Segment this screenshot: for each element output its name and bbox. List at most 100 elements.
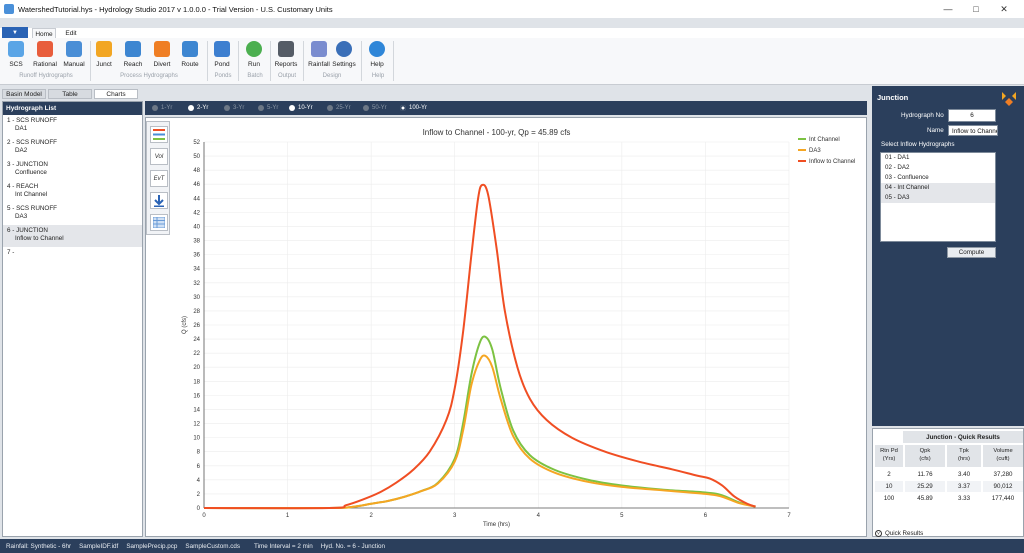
return-period-radio[interactable]: 10-Yr <box>289 105 313 111</box>
hydrograph-list-item[interactable]: 1 - SCS RUNOFF DA1 <box>3 115 142 137</box>
status-hyd: Hyd. No. = 6 - Junction <box>320 542 385 550</box>
y-axis-label: Q (cfs) <box>182 316 188 334</box>
inflow-list-item[interactable]: 04 - Int Channel <box>881 183 995 193</box>
return-period-radio[interactable]: 5-Yr <box>258 105 278 111</box>
return-period-label: 2-Yr <box>197 105 209 111</box>
legend-toggle-icon[interactable] <box>150 126 168 143</box>
volume-button[interactable]: Vol <box>150 148 168 165</box>
x-tick-label: 5 <box>620 513 624 519</box>
reports-button[interactable]: Reports <box>271 41 301 73</box>
file-menu-button[interactable]: ▼ <box>2 27 28 38</box>
hydrograph-list-title: Hydrograph List <box>3 102 142 115</box>
quick-results-footer: Quick Results <box>885 529 924 537</box>
reach-button[interactable]: Reach <box>118 41 148 73</box>
divert-button[interactable]: Divert <box>147 41 177 73</box>
rational-button[interactable]: Rational <box>30 41 60 73</box>
radio-dot-icon <box>224 105 230 111</box>
y-tick-label: 12 <box>193 422 200 428</box>
return-period-radio[interactable]: 2-Yr <box>188 105 208 111</box>
manual-icon <box>66 41 82 57</box>
compute-button[interactable]: Compute <box>947 247 996 258</box>
inflow-list-item[interactable]: 01 - DA1 <box>881 153 995 163</box>
quick-results-cell: 2 <box>875 469 903 480</box>
quick-results-toggle[interactable]: ˅ Quick Results <box>872 528 1024 538</box>
hydrograph-item-name: Int Channel <box>15 191 48 198</box>
y-tick-label: 32 <box>193 281 200 287</box>
return-period-label: 5-Yr <box>267 105 279 111</box>
quick-results-cell: 3.33 <box>947 493 981 504</box>
run-button[interactable]: Run <box>239 41 269 73</box>
return-period-radio[interactable]: 1-Yr <box>152 105 172 111</box>
junction-title: Junction <box>877 93 909 102</box>
evt-button[interactable]: EvT <box>150 170 168 187</box>
return-period-radio[interactable]: 100-Yr <box>400 105 427 111</box>
quick-results-cell: 10 <box>875 481 903 492</box>
gear-icon <box>336 41 352 57</box>
quick-results-header: Tpk (hrs) <box>947 445 981 467</box>
close-icon[interactable]: ✕ <box>990 0 1018 18</box>
hydrograph-item-name: Inflow to Channel <box>15 235 64 242</box>
table-view-icon[interactable] <box>150 214 168 231</box>
series-line-inflow-to-channel <box>203 183 756 510</box>
pond-button[interactable]: Pond <box>207 41 237 73</box>
return-period-label: 25-Yr <box>336 105 351 111</box>
quick-results-cell: 3.37 <box>947 481 981 492</box>
settings-button[interactable]: Settings <box>329 41 359 73</box>
maximize-icon[interactable]: □ <box>962 0 990 18</box>
chart-area: 0 2 4 6 8 10 12 14 16 18 20 22 24 26 28 30 32 34 36 38 40 42 4… <box>145 117 867 537</box>
inflow-list-item[interactable]: 05 - DA3 <box>881 193 995 203</box>
radio-dot-icon <box>152 105 158 111</box>
y-tick-label: 44 <box>193 196 200 202</box>
return-period-radio[interactable]: 50-Yr <box>363 105 387 111</box>
scs-button[interactable]: SCS <box>1 41 31 73</box>
y-tick-label: 24 <box>193 337 200 343</box>
y-tick-label: 6 <box>197 464 201 470</box>
group-batch: Batch <box>247 73 263 79</box>
hydrograph-list-item[interactable]: 5 - SCS RUNOFF DA3 <box>3 203 142 225</box>
tab-basin-model[interactable]: Basin Model <box>2 89 46 99</box>
inflow-hydrograph-list[interactable]: 01 - DA1 02 - DA2 03 - Confluence 04 - Int … <box>880 152 996 242</box>
hydrograph-list-item[interactable]: 2 - SCS RUNOFF DA2 <box>3 137 142 159</box>
help-button[interactable]: Help <box>362 41 392 73</box>
return-period-radio[interactable]: 25-Yr <box>327 105 351 111</box>
inflow-list-item[interactable]: 02 - DA2 <box>881 163 995 173</box>
hydrograph-item-name: Confluence <box>15 169 47 176</box>
hydrograph-item-type: 6 - JUNCTION <box>7 227 48 234</box>
download-icon[interactable] <box>150 192 168 209</box>
inflow-list-item[interactable]: 03 - Confluence <box>881 173 995 183</box>
hydrograph-list-item[interactable]: 3 - JUNCTION Confluence <box>3 159 142 181</box>
legend-label: Inflow to Channel <box>809 159 855 165</box>
tab-charts[interactable]: Charts <box>94 89 138 99</box>
quick-results-cell: 3.40 <box>947 469 981 480</box>
hydrograph-list-item[interactable]: 6 - JUNCTION Inflow to Channel <box>3 225 142 247</box>
return-period-radio[interactable]: 3-Yr <box>224 105 244 111</box>
divert-icon <box>154 41 170 57</box>
radio-dot-icon <box>363 105 369 111</box>
hydrograph-no-field[interactable]: 6 <box>948 109 996 122</box>
return-period-label: 10-Yr <box>298 105 313 111</box>
hydrograph-list-item[interactable]: 4 - REACH Int Channel <box>3 181 142 203</box>
hydrograph-list-panel: Hydrograph List 1 - SCS RUNOFF DA1 2 - SCS… <box>2 101 143 537</box>
name-field[interactable]: Inflow to Channel <box>948 125 998 136</box>
radio-dot-icon <box>188 105 194 111</box>
hydrograph-list: 1 - SCS RUNOFF DA1 2 - SCS RUNOFF DA2 3 - JU… <box>3 115 142 269</box>
x-tick-label: 0 <box>202 513 206 519</box>
hydrograph-list-item[interactable]: 7 - <box>3 247 142 269</box>
group-ponds: Ponds <box>214 73 232 79</box>
x-tick-label: 1 <box>286 513 290 519</box>
tab-table[interactable]: Table <box>48 89 92 99</box>
title-bar: WatershedTutorial.hys - Hydrology Studio… <box>0 0 1024 18</box>
x-tick-label: 2 <box>369 513 373 519</box>
hydrograph-item-type: 2 - SCS RUNOFF <box>7 139 58 146</box>
radio-dot-icon <box>258 105 264 111</box>
x-tick-label: 7 <box>787 513 791 519</box>
junct-button[interactable]: Junct <box>89 41 119 73</box>
y-tick-label: 48 <box>193 168 200 174</box>
hydrograph-no-label: Hydrograph No <box>901 112 944 119</box>
minimize-icon[interactable]: — <box>934 0 962 18</box>
route-button[interactable]: Route <box>175 41 205 73</box>
name-label: Name <box>927 127 944 134</box>
manual-button[interactable]: Manual <box>59 41 89 73</box>
help-icon <box>369 41 385 57</box>
group-output: Output <box>277 73 296 79</box>
